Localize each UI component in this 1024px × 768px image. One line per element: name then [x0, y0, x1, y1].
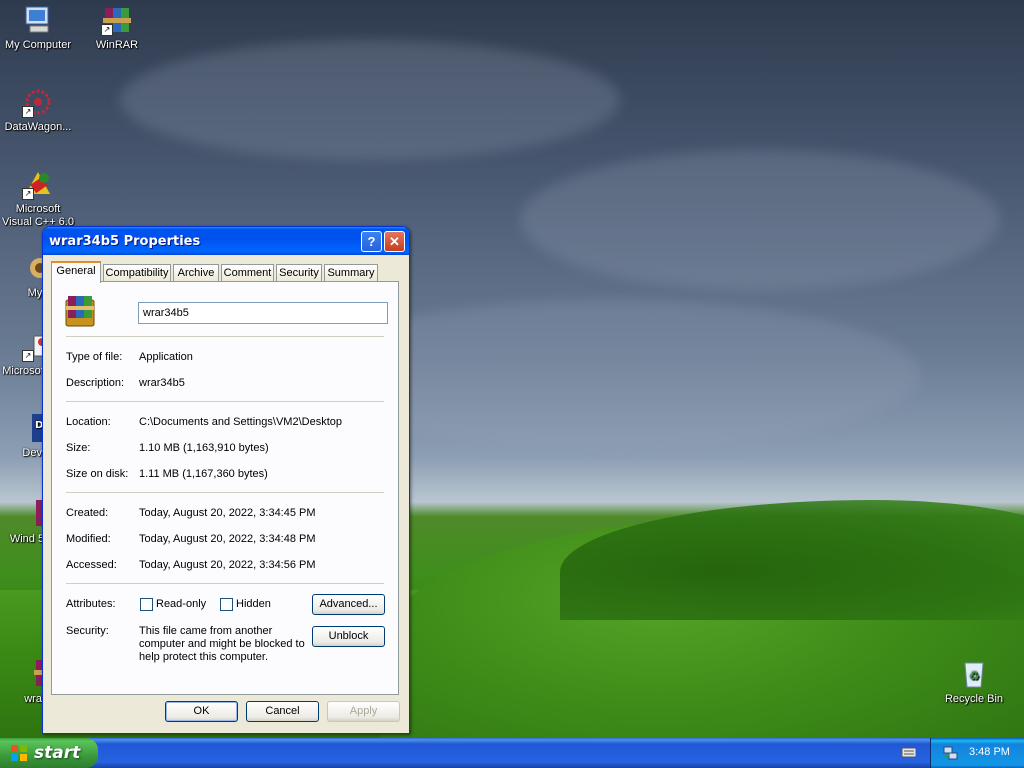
desktop-icon-visual-cpp[interactable]: ↗ Microsoft Visual C++ 6.0: [0, 168, 76, 229]
size-on-disk-label: Size on disk:: [66, 468, 129, 480]
desktop-icon-label: Recycle Bin: [944, 693, 1004, 705]
winrar-icon: ↗: [101, 4, 133, 36]
taskbar: start 3:48 PM: [0, 738, 1024, 768]
hidden-checkbox[interactable]: [220, 598, 233, 611]
winrar-archive-icon: [64, 294, 98, 328]
title-bar[interactable]: wrar34b5 Properties ? ✕: [43, 227, 409, 255]
recycle-bin-icon: ♻: [958, 658, 990, 690]
shortcut-arrow-icon: ↗: [22, 350, 34, 362]
network-icon[interactable]: [943, 745, 959, 761]
tab-security[interactable]: Security: [276, 264, 322, 281]
tab-archive[interactable]: Archive: [173, 264, 219, 281]
close-icon: ✕: [389, 234, 400, 249]
tab-general[interactable]: General: [51, 261, 101, 283]
modified-value: Today, August 20, 2022, 3:34:48 PM: [139, 533, 316, 545]
apply-button[interactable]: Apply: [327, 701, 400, 722]
desktop-icon-my-computer[interactable]: My Computer: [0, 4, 76, 52]
advanced-button[interactable]: Advanced...: [312, 594, 385, 615]
description-value: wrar34b5: [139, 377, 185, 389]
window-client: General Compatibility Archive Comment Se…: [47, 255, 405, 729]
attributes-label: Attributes:: [66, 598, 116, 610]
security-label: Security:: [66, 625, 109, 637]
desktop: My Computer ↗ WinRAR ↗ DataWagon... ↗ Mi…: [0, 0, 1024, 738]
cloud: [120, 40, 620, 160]
description-label: Description:: [66, 377, 125, 389]
ok-button[interactable]: OK: [165, 701, 238, 722]
clock[interactable]: 3:48 PM: [969, 746, 1010, 758]
accessed-value: Today, August 20, 2022, 3:34:56 PM: [139, 559, 316, 571]
separator: [66, 336, 384, 337]
type-label: Type of file:: [66, 351, 123, 363]
windows-logo-icon: [10, 744, 28, 762]
desktop-icon-recycle-bin[interactable]: ♻ Recycle Bin: [936, 658, 1012, 706]
tab-comment[interactable]: Comment: [221, 264, 274, 281]
separator: [66, 492, 384, 493]
desktop-icon-label: My Computer: [4, 39, 72, 51]
separator: [66, 401, 384, 402]
help-button[interactable]: ?: [361, 231, 382, 252]
desktop-icon-datawagon[interactable]: ↗ DataWagon...: [0, 86, 76, 134]
shortcut-arrow-icon: ↗: [22, 188, 34, 200]
cloud: [520, 150, 1000, 290]
size-on-disk-value: 1.11 MB (1,167,360 bytes): [139, 468, 268, 480]
system-tray: 3:48 PM: [930, 738, 1024, 768]
cancel-button[interactable]: Cancel: [246, 701, 319, 722]
modified-label: Modified:: [66, 533, 111, 545]
shortcut-arrow-icon: ↗: [22, 106, 34, 118]
datawagon-icon: ↗: [22, 86, 54, 118]
accessed-label: Accessed:: [66, 559, 117, 571]
location-value: C:\Documents and Settings\VM2\Desktop: [139, 416, 342, 428]
size-value: 1.10 MB (1,163,910 bytes): [139, 442, 269, 454]
visual-cpp-icon: ↗: [22, 168, 54, 200]
question-icon: ?: [367, 234, 376, 249]
hill: [560, 500, 1024, 620]
tab-summary[interactable]: Summary: [324, 264, 378, 281]
shortcut-arrow-icon: ↗: [101, 24, 113, 36]
desktop-icon-label: DataWagon...: [4, 121, 72, 133]
security-text: This file came from another computer and…: [139, 625, 305, 663]
separator: [66, 583, 384, 584]
properties-window: wrar34b5 Properties ? ✕ General Compatib…: [42, 226, 410, 734]
desktop-icon-winrar[interactable]: ↗ WinRAR: [79, 4, 155, 52]
computer-icon: [22, 4, 54, 36]
svg-text:♻: ♻: [969, 669, 980, 683]
filename-input[interactable]: wrar34b5: [138, 302, 388, 324]
type-value: Application: [139, 351, 193, 363]
created-value: Today, August 20, 2022, 3:34:45 PM: [139, 507, 316, 519]
window-title: wrar34b5 Properties: [49, 234, 201, 249]
created-label: Created:: [66, 507, 109, 519]
keyboard-icon[interactable]: [901, 746, 917, 758]
general-panel: wrar34b5 Type of file: Application Descr…: [51, 281, 399, 695]
location-label: Location:: [66, 416, 111, 428]
start-button[interactable]: start: [0, 738, 98, 768]
readonly-checkbox[interactable]: [140, 598, 153, 611]
hidden-label: Hidden: [236, 598, 271, 610]
close-button[interactable]: ✕: [384, 231, 405, 252]
unblock-button[interactable]: Unblock: [312, 626, 385, 647]
desktop-icon-label: WinRAR: [95, 39, 139, 51]
size-label: Size:: [66, 442, 91, 454]
readonly-label: Read-only: [156, 598, 207, 610]
start-label: start: [34, 743, 81, 763]
tab-compatibility[interactable]: Compatibility: [103, 264, 171, 281]
